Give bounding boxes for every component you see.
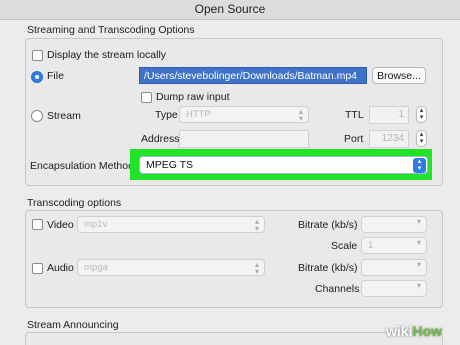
announcing-section (25, 332, 443, 345)
video-bitrate-label: Bitrate (kb/s) (298, 219, 358, 231)
port-field[interactable]: 1234 (369, 130, 409, 148)
scale-select[interactable]: 1 ▾ (361, 237, 427, 254)
encapsulation-select-value: MPEG TS (146, 159, 194, 171)
chevron-down-icon: ▾ (416, 217, 421, 226)
address-label: Address (141, 133, 180, 145)
audio-label: Audio (47, 262, 74, 274)
type-label: Type (155, 109, 178, 121)
title-bar: Open Source (0, 0, 460, 20)
chevron-down-icon: ▾ (416, 260, 421, 269)
dump-raw-label: Dump raw input (156, 91, 230, 103)
encapsulation-label: Encapsulation Method (30, 160, 134, 172)
audio-checkbox[interactable] (32, 263, 43, 274)
audio-bitrate-select[interactable]: ▾ (361, 259, 427, 276)
chevron-updown-icon: ▴ ▾ (254, 260, 259, 276)
audio-codec-select[interactable]: mpga ▴ ▾ (77, 259, 265, 276)
scale-value: 1 (368, 240, 374, 251)
video-bitrate-select[interactable]: ▾ (361, 216, 427, 233)
file-radio[interactable] (31, 71, 43, 83)
chevron-updown-icon: ▴ ▾ (298, 107, 303, 123)
video-checkbox[interactable] (32, 219, 43, 230)
display-locally-label: Display the stream locally (47, 49, 167, 61)
chevron-down-icon: ▾ (416, 238, 421, 247)
chevron-updown-icon[interactable]: ▴ ▾ (413, 158, 426, 173)
video-codec-value: mp1v (84, 219, 108, 230)
video-label: Video (47, 219, 74, 231)
stream-radio[interactable] (31, 110, 43, 122)
file-label: File (47, 70, 64, 82)
type-select-value: HTTP (186, 109, 211, 120)
stream-label: Stream (47, 110, 81, 122)
type-select[interactable]: HTTP ▴ ▾ (179, 106, 309, 123)
encapsulation-select[interactable]: MPEG TS (139, 156, 428, 174)
watermark-prefix: wiki (386, 323, 413, 339)
streaming-section-title: Streaming and Transcoding Options (27, 24, 195, 36)
announcing-section-title: Stream Announcing (27, 319, 119, 331)
address-field[interactable] (179, 130, 309, 148)
chevron-updown-icon: ▴ ▾ (254, 217, 259, 233)
transcoding-section-title: Transcoding options (27, 197, 122, 209)
scale-label: Scale (331, 240, 358, 252)
port-label: Port (344, 133, 364, 145)
ttl-stepper[interactable]: ▴ ▾ (416, 106, 427, 123)
window-title: Open Source (194, 2, 266, 16)
channels-select[interactable]: ▾ (361, 280, 427, 297)
audio-bitrate-label: Bitrate (kb/s) (298, 262, 358, 274)
video-codec-select[interactable]: mp1v ▴ ▾ (77, 216, 265, 233)
watermark-suffix: How (412, 323, 443, 339)
channels-label: Channels (315, 283, 360, 295)
browse-button[interactable]: Browse... (372, 67, 426, 84)
chevron-down-icon: ▾ (416, 281, 421, 290)
port-stepper[interactable]: ▴ ▾ (416, 130, 427, 147)
ttl-label: TTL (345, 109, 364, 121)
ttl-field[interactable]: 1 (369, 106, 409, 124)
audio-codec-value: mpga (84, 262, 108, 273)
dump-raw-checkbox[interactable] (141, 92, 152, 103)
wikihow-watermark: wikiHow (386, 323, 442, 339)
file-path-field[interactable]: /Users/stevebolinger/Downloads/Batman.mp… (139, 67, 367, 84)
display-locally-checkbox[interactable] (32, 50, 43, 61)
